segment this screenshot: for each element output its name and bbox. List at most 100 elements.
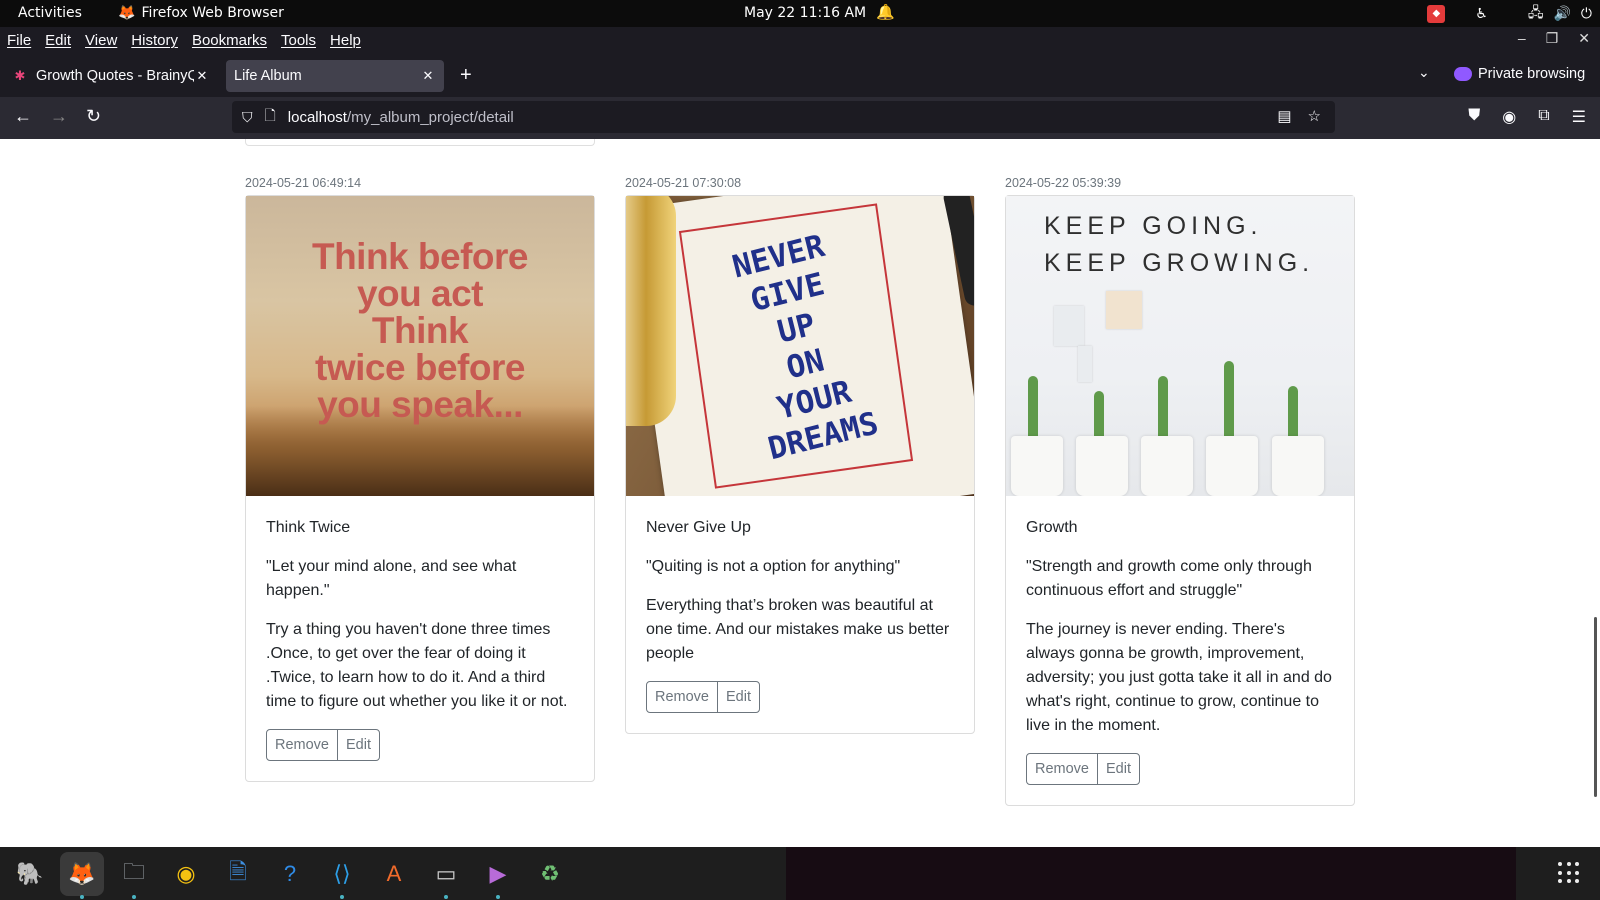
clock[interactable]: May 22 11:16 AM [744, 5, 866, 21]
video-player-icon[interactable]: ▶ [476, 852, 520, 899]
remove-button[interactable]: Remove [1027, 754, 1097, 784]
album-entry: 2024-05-21 06:49:14 Think before you act T… [245, 176, 595, 782]
card-description: Everything that’s broken was beautiful a… [646, 597, 950, 662]
menu-tools[interactable]: Tools [281, 32, 316, 49]
forward-icon[interactable]: → [50, 106, 68, 127]
card-actions: Remove Edit [1026, 753, 1140, 785]
menu-history[interactable]: History [131, 32, 178, 49]
card-title: Never Give Up [646, 519, 751, 536]
card-image: NEVER GIVE UP ON YOUR DREAMS [626, 196, 974, 496]
remove-button[interactable]: Remove [647, 682, 717, 712]
running-indicator [444, 894, 448, 899]
extensions-icon[interactable]: ⧉ [1538, 107, 1549, 127]
edit-button[interactable]: Edit [717, 682, 759, 712]
menu-bar: File Edit View History Bookmarks Tools H… [0, 27, 1600, 55]
close-tab-icon[interactable]: ✕ [194, 68, 210, 84]
album-card: Think before you act Think twice before you … [245, 195, 595, 782]
edit-button[interactable]: Edit [1097, 754, 1139, 784]
system-top-bar: Activities 🦊 Firefox Web Browser May 22 … [0, 0, 1600, 27]
reload-icon[interactable]: ↻ [86, 106, 101, 127]
menu-edit[interactable]: Edit [45, 32, 71, 49]
activities-button[interactable]: Activities [18, 5, 82, 21]
list-all-tabs-icon[interactable]: ⌄ [1418, 64, 1430, 81]
image-note [1054, 306, 1084, 346]
edit-button[interactable]: Edit [337, 730, 379, 760]
tab-life-album[interactable]: Life Album ✕ [226, 60, 444, 92]
rhythmbox-icon[interactable]: ◉ [164, 852, 208, 896]
album-card: KEEP GOING. KEEP GROWING. Growth "Strengt… [1005, 195, 1355, 806]
image-cactus [1224, 361, 1234, 446]
image-pot [1141, 436, 1193, 496]
screen-record-icon[interactable]: ◆ [1427, 4, 1446, 23]
running-indicator [80, 894, 84, 899]
tab-bar: ✱ Growth Quotes - BrainyQuote ✕ Life Alb… [0, 55, 1600, 97]
notification-bell-icon[interactable]: 🔔 [876, 3, 895, 21]
close-tab-icon[interactable]: ✕ [420, 68, 436, 84]
image-note [1078, 346, 1092, 382]
album-entry: 2024-05-21 07:30:08 NEVER GIVE UP ON YOUR DRE… [625, 176, 975, 734]
page-scrollbar[interactable] [1592, 139, 1600, 847]
running-indicator [340, 894, 344, 899]
reader-view-icon[interactable]: ▤ [1277, 107, 1291, 125]
image-golden-jug [626, 196, 676, 426]
account-icon[interactable]: ◉ [1502, 107, 1516, 127]
network-icon[interactable]: 🖧 [1528, 2, 1544, 26]
firefox-small-icon: 🦊 [118, 5, 136, 21]
url-bar[interactable]: ⛉ 🗋 localhost/my_album_project/detail ▤ … [232, 101, 1335, 133]
accessibility-icon[interactable]: ♿ [1475, 6, 1488, 22]
remove-button[interactable]: Remove [267, 730, 337, 760]
app-menu[interactable]: 🦊 Firefox Web Browser [118, 5, 284, 21]
album-entry: 2024-05-22 05:39:39 KEEP GOING. KEEP GROW… [1005, 176, 1355, 806]
card-title: Growth [1026, 519, 1078, 536]
running-indicator [132, 894, 136, 899]
menu-help[interactable]: Help [330, 32, 361, 49]
bookmark-star-icon[interactable]: ☆ [1308, 107, 1321, 125]
terminal-icon[interactable]: ▭ [424, 852, 468, 899]
close-window-icon[interactable]: ✕ [1578, 30, 1590, 47]
firefox-icon[interactable]: 🦊 [60, 851, 104, 899]
image-quote-text: Think before you act Think twice before you … [311, 236, 529, 425]
page-content: 2024-05-21 06:49:14 Think before you act T… [0, 139, 1600, 847]
trash-icon[interactable]: ♻ [528, 852, 572, 896]
app-center-icon[interactable]: A [372, 852, 416, 896]
pocket-icon[interactable]: ⛊ [1468, 107, 1480, 127]
menu-file[interactable]: File [7, 32, 31, 49]
app-name: Firefox Web Browser [141, 5, 284, 21]
dock-background [786, 847, 1516, 900]
hamburger-menu-icon[interactable]: ☰ [1572, 107, 1586, 127]
back-icon[interactable]: ← [14, 106, 32, 127]
image-pot [1206, 436, 1258, 496]
text-editor-icon[interactable]: 🗎 [216, 852, 260, 896]
help-icon[interactable]: ? [268, 852, 312, 896]
tracking-shield-icon[interactable]: ⛉ [242, 109, 253, 126]
volume-icon[interactable]: 🔊 [1553, 6, 1570, 22]
files-icon[interactable]: 🗀 [112, 852, 156, 899]
url-text[interactable]: localhost/my_album_project/detail [288, 109, 514, 126]
system-tray[interactable]: ◆ ♿ 🖧 🔊 ⏻ [1427, 0, 1592, 27]
menu-bookmarks[interactable]: Bookmarks [192, 32, 267, 49]
private-browsing-indicator: Private browsing [1454, 66, 1585, 82]
brainyquote-favicon-icon: ✱ [14, 68, 26, 83]
tab-growth-quotes[interactable]: ✱ Growth Quotes - BrainyQuote ✕ [4, 60, 218, 92]
card-description: The journey is never ending. There's alw… [1026, 621, 1332, 734]
new-tab-icon[interactable]: + [460, 64, 472, 87]
power-icon[interactable]: ⏻ [1581, 6, 1592, 22]
navigation-toolbar: ← → ↻ ⛉ 🗋 localhost/my_album_project/det… [0, 97, 1600, 139]
entry-date: 2024-05-21 07:30:08 [625, 176, 742, 190]
url-path: /my_album_project/detail [346, 108, 514, 126]
vscode-icon[interactable]: ⟨⟩ [320, 852, 364, 899]
menu-view[interactable]: View [85, 32, 117, 49]
card-quote: "Quiting is not a option for anything" [646, 558, 901, 575]
restore-icon[interactable]: ❐ [1546, 30, 1559, 47]
page-info-icon[interactable]: 🗋 [265, 105, 276, 129]
entry-date: 2024-05-22 05:39:39 [1005, 176, 1122, 190]
card-title: Think Twice [266, 519, 351, 536]
scrollbar-thumb[interactable] [1594, 617, 1597, 797]
minimize-icon[interactable]: – [1518, 30, 1526, 47]
image-pot [1011, 436, 1063, 496]
card-description: Try a thing you haven't done three times… [266, 621, 568, 710]
show-apps-icon[interactable] [1558, 862, 1580, 884]
image-quote-text: KEEP GOING. KEEP GROWING. [1044, 212, 1315, 277]
private-label: Private browsing [1478, 66, 1586, 82]
pgadmin-icon[interactable]: 🐘 [8, 852, 52, 896]
